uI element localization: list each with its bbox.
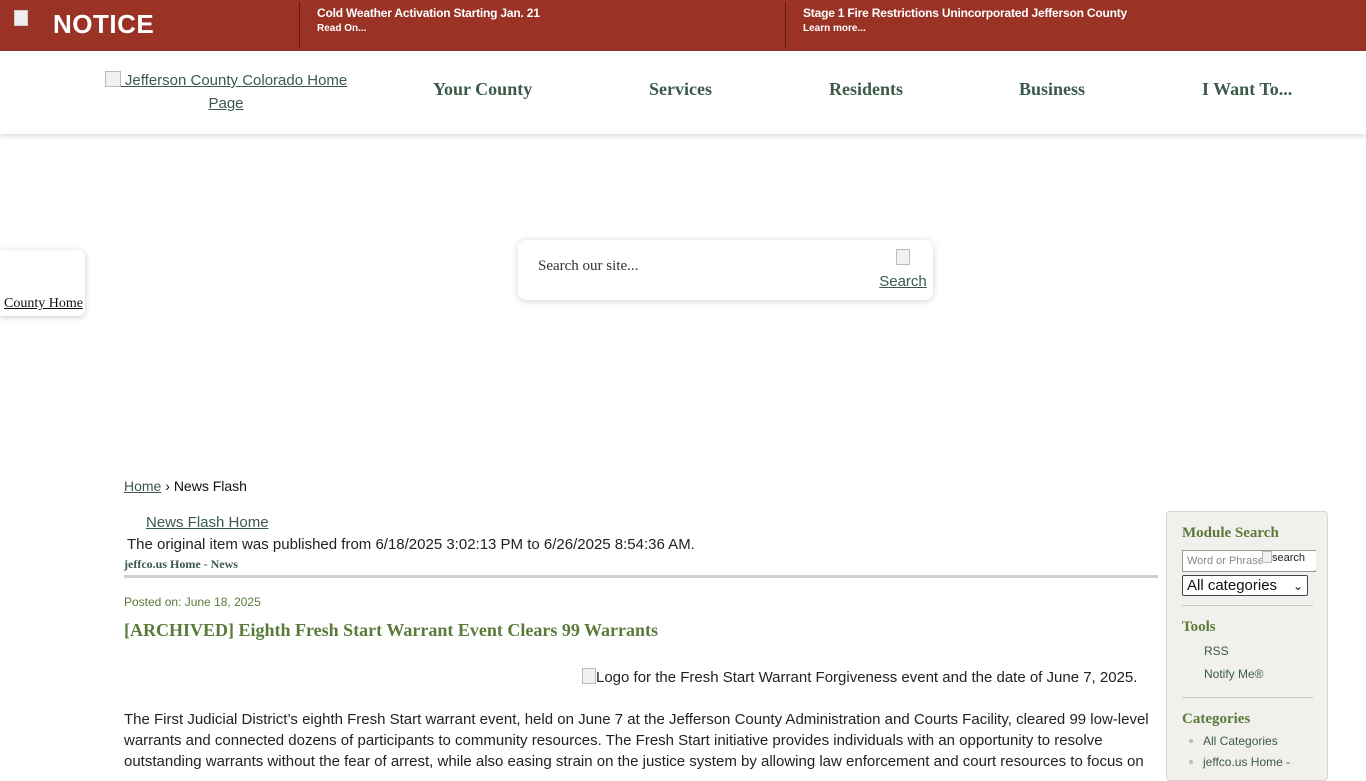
bullet-icon xyxy=(1189,739,1193,743)
category-link[interactable]: All Categories xyxy=(1189,734,1278,748)
notice-divider xyxy=(785,2,786,48)
bullet-icon xyxy=(1189,760,1193,764)
article-image-alt: Logo for the Fresh Start Warrant Forgive… xyxy=(596,669,1138,686)
notice-divider xyxy=(299,2,300,48)
sidebar: Module Search Word or Phrase search All … xyxy=(1166,511,1328,781)
category-select-value: All categories xyxy=(1187,577,1278,594)
article-image: Logo for the Fresh Start Warrant Forgive… xyxy=(582,668,1137,686)
breadcrumb: Home › News Flash xyxy=(124,478,247,494)
module-search-button[interactable]: search xyxy=(1262,551,1316,570)
nav-your-county[interactable]: Your County xyxy=(433,79,532,100)
nav-i-want-to[interactable]: I Want To... xyxy=(1202,79,1292,100)
category-select[interactable]: All categories ⌄ xyxy=(1182,575,1308,596)
alert-title[interactable]: Stage 1 Fire Restrictions Unincorporated… xyxy=(803,6,1127,20)
county-home-link[interactable]: County Home xyxy=(4,296,83,312)
tools-heading: Tools xyxy=(1182,619,1216,635)
tool-notify-me-link[interactable]: Notify Me® xyxy=(1204,667,1264,681)
site-search xyxy=(518,240,933,300)
notice-image-broken-icon xyxy=(14,10,42,40)
nav-business[interactable]: Business xyxy=(1019,79,1085,100)
category-label[interactable]: All Categories xyxy=(1203,734,1278,748)
sidebar-divider xyxy=(1182,697,1313,698)
article-title: [ARCHIVED] Eighth Fresh Start Warrant Ev… xyxy=(124,620,658,640)
logo-alt-text: Jefferson County Colorado Home Page xyxy=(124,72,348,112)
category-link[interactable]: jeffco.us Home - xyxy=(1189,755,1290,769)
search-input[interactable] xyxy=(538,258,868,275)
chevron-down-icon: ⌄ xyxy=(1292,579,1303,593)
breadcrumb-home-link[interactable]: Home xyxy=(124,478,161,494)
sidebar-divider xyxy=(1182,605,1313,606)
nav-residents[interactable]: Residents xyxy=(829,79,903,100)
broken-image-icon xyxy=(582,668,596,684)
source-label: jeffco.us Home - News xyxy=(124,557,238,571)
county-logo-link[interactable]: Jefferson County Colorado Home Page xyxy=(96,69,356,115)
county-home-tab: County Home xyxy=(0,250,85,316)
category-label[interactable]: jeffco.us Home - xyxy=(1203,755,1290,769)
news-flash-home-link[interactable]: News Flash Home xyxy=(146,514,269,531)
article-body: The First Judicial District’s eighth Fre… xyxy=(124,711,1149,770)
search-button[interactable]: Search xyxy=(878,247,928,293)
notice-title: NOTICE xyxy=(53,9,155,39)
breadcrumb-current: News Flash xyxy=(173,478,247,494)
search-icon xyxy=(896,249,910,265)
divider xyxy=(124,575,1158,578)
breadcrumb-separator: › xyxy=(165,478,170,494)
alert-read-on-link[interactable]: Read On... xyxy=(317,23,540,34)
archived-note: The original item was published from 6/1… xyxy=(127,536,695,553)
tool-rss-link[interactable]: RSS xyxy=(1204,644,1229,658)
alert-title[interactable]: Cold Weather Activation Starting Jan. 21 xyxy=(317,6,540,20)
module-search-button-alt: search xyxy=(1272,552,1306,564)
nav-services[interactable]: Services xyxy=(649,79,712,100)
site-header: Jefferson County Colorado Home Page Your… xyxy=(0,51,1366,134)
search-icon xyxy=(1262,551,1272,563)
broken-image-icon xyxy=(104,71,121,87)
alert-fire-restrictions[interactable]: Stage 1 Fire Restrictions Unincorporated… xyxy=(803,6,1127,34)
alert-learn-more-link[interactable]: Learn more... xyxy=(803,23,1127,34)
posted-date: Posted on: June 18, 2025 xyxy=(124,595,261,609)
module-search-heading: Module Search xyxy=(1182,525,1279,541)
search-button-alt: Search xyxy=(879,273,927,290)
categories-heading: Categories xyxy=(1182,711,1251,727)
notice-label: NOTICE xyxy=(0,0,300,51)
notice-bar: NOTICE Cold Weather Activation Starting … xyxy=(0,0,1366,51)
alert-cold-weather[interactable]: Cold Weather Activation Starting Jan. 21… xyxy=(317,6,540,34)
